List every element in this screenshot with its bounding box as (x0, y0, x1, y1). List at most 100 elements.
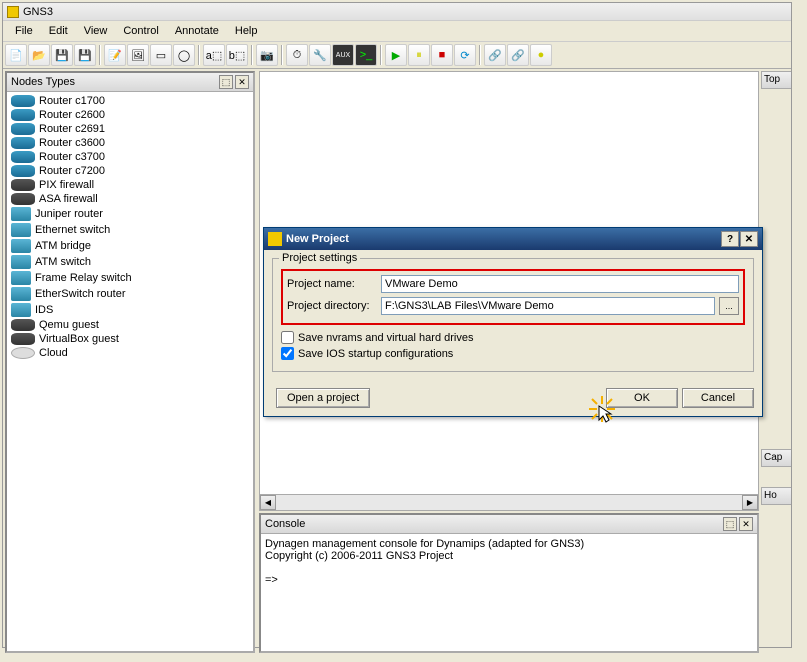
link-icon[interactable]: 🔗 (484, 44, 506, 66)
node-item[interactable]: Qemu guest (7, 318, 253, 332)
new-project-dialog: New Project ? ✕ Project settings Project… (263, 227, 763, 417)
ok-button[interactable]: OK (606, 388, 678, 408)
node-label: PIX firewall (39, 179, 94, 191)
image-icon[interactable]: 🖼 (127, 44, 149, 66)
save-nvram-checkbox[interactable] (281, 331, 294, 344)
save-ios-checkbox[interactable] (281, 347, 294, 360)
undock-icon[interactable]: ⬚ (723, 517, 737, 531)
note-icon[interactable]: 📝 (104, 44, 126, 66)
new-icon[interactable]: 📄 (5, 44, 27, 66)
menu-view[interactable]: View (76, 23, 116, 39)
project-dir-input[interactable] (381, 297, 715, 315)
node-item[interactable]: ASA firewall (7, 192, 253, 206)
node-label: Router c2600 (39, 109, 105, 121)
project-settings-group: Project settings Project name: Project d… (272, 258, 754, 372)
node-item[interactable]: Frame Relay switch (7, 270, 253, 286)
node-item[interactable]: Cloud (7, 346, 253, 360)
menu-edit[interactable]: Edit (41, 23, 76, 39)
highlighted-fields: Project name: Project directory: ... (281, 269, 745, 325)
snapshot-icon[interactable]: 📷 (256, 44, 278, 66)
node-item[interactable]: Router c1700 (7, 94, 253, 108)
node-item[interactable]: PIX firewall (7, 178, 253, 192)
app-icon (7, 6, 19, 18)
node-item[interactable]: Router c3700 (7, 150, 253, 164)
sw-icon (11, 287, 31, 301)
clock-icon[interactable]: ⏱ (286, 44, 308, 66)
aux-icon[interactable]: AUX (332, 44, 354, 66)
project-name-label: Project name: (287, 278, 377, 290)
node-label: IDS (35, 304, 53, 316)
fw-icon (11, 333, 35, 345)
pause-icon[interactable]: ⏸ (408, 44, 430, 66)
open-icon[interactable]: 📂 (28, 44, 50, 66)
reload-icon[interactable]: ⟳ (454, 44, 476, 66)
menu-file[interactable]: File (7, 23, 41, 39)
play-icon[interactable]: ▶ (385, 44, 407, 66)
titlebar: GNS3 (3, 3, 791, 21)
saveall-icon[interactable]: 💾 (74, 44, 96, 66)
node-item[interactable]: Router c2691 (7, 122, 253, 136)
node-item[interactable]: Router c7200 (7, 164, 253, 178)
scroll-right-icon[interactable]: ▶ (742, 495, 758, 510)
node-item[interactable]: EtherSwitch router (7, 286, 253, 302)
nodes-panel-title: Nodes Types (11, 76, 217, 88)
menubar: File Edit View Control Annotate Help (3, 21, 791, 42)
dialog-titlebar[interactable]: New Project ? ✕ (264, 228, 762, 250)
save-icon[interactable]: 💾 (51, 44, 73, 66)
undock-icon[interactable]: ⬚ (219, 75, 233, 89)
right-docks: Top Cap Ho (761, 69, 791, 655)
router-icon (11, 109, 35, 121)
node-item[interactable]: ATM switch (7, 254, 253, 270)
stop-icon[interactable]: ■ (431, 44, 453, 66)
add-link-icon[interactable]: 🔗 (507, 44, 529, 66)
ellipse-icon[interactable]: ◯ (173, 44, 195, 66)
captures-dock[interactable]: Cap (761, 449, 791, 467)
menu-control[interactable]: Control (115, 23, 166, 39)
oval-icon (11, 347, 35, 359)
node-item[interactable]: IDS (7, 302, 253, 318)
node-item[interactable]: Juniper router (7, 206, 253, 222)
router-icon (11, 95, 35, 107)
node-item[interactable]: Ethernet switch (7, 222, 253, 238)
scrollbar-horizontal[interactable]: ◀ ▶ (259, 495, 759, 511)
close-icon[interactable]: ✕ (739, 517, 753, 531)
node-item[interactable]: Router c2600 (7, 108, 253, 122)
status-icon[interactable]: ● (530, 44, 552, 66)
sw-icon (11, 239, 31, 253)
project-name-input[interactable] (381, 275, 739, 293)
tool-b-icon[interactable]: b⬚ (226, 44, 248, 66)
node-label: VirtualBox guest (39, 333, 119, 345)
hosts-dock[interactable]: Ho (761, 487, 791, 505)
dialog-title: New Project (286, 233, 721, 245)
cancel-button[interactable]: Cancel (682, 388, 754, 408)
nodes-panel: Nodes Types ⬚ ✕ Router c1700 Router c2600… (5, 71, 255, 653)
close-icon[interactable]: ✕ (740, 231, 758, 247)
rect-icon[interactable]: ▭ (150, 44, 172, 66)
open-project-button[interactable]: Open a project (276, 388, 370, 408)
node-label: Qemu guest (39, 319, 99, 331)
console-output[interactable]: Dynagen management console for Dynamips … (261, 534, 757, 651)
node-item[interactable]: Router c3600 (7, 136, 253, 150)
help-icon[interactable]: ? (721, 231, 739, 247)
node-item[interactable]: VirtualBox guest (7, 332, 253, 346)
node-label: Frame Relay switch (35, 272, 132, 284)
node-label: Router c1700 (39, 95, 105, 107)
tool-icon[interactable]: 🔧 (309, 44, 331, 66)
node-label: Juniper router (35, 208, 103, 220)
tool-a-icon[interactable]: a⬚ (203, 44, 225, 66)
node-label: ASA firewall (39, 193, 98, 205)
node-label: ATM bridge (35, 240, 91, 252)
node-item[interactable]: ATM bridge (7, 238, 253, 254)
console-icon[interactable]: >_ (355, 44, 377, 66)
close-icon[interactable]: ✕ (235, 75, 249, 89)
dialog-icon (268, 232, 282, 246)
browse-button[interactable]: ... (719, 297, 739, 315)
scroll-left-icon[interactable]: ◀ (260, 495, 276, 510)
menu-help[interactable]: Help (227, 23, 266, 39)
topology-dock[interactable]: Top (761, 71, 791, 89)
router-icon (11, 151, 35, 163)
menu-annotate[interactable]: Annotate (167, 23, 227, 39)
save-ios-label: Save IOS startup configurations (298, 348, 453, 360)
node-label: Router c2691 (39, 123, 105, 135)
sw-icon (11, 255, 31, 269)
